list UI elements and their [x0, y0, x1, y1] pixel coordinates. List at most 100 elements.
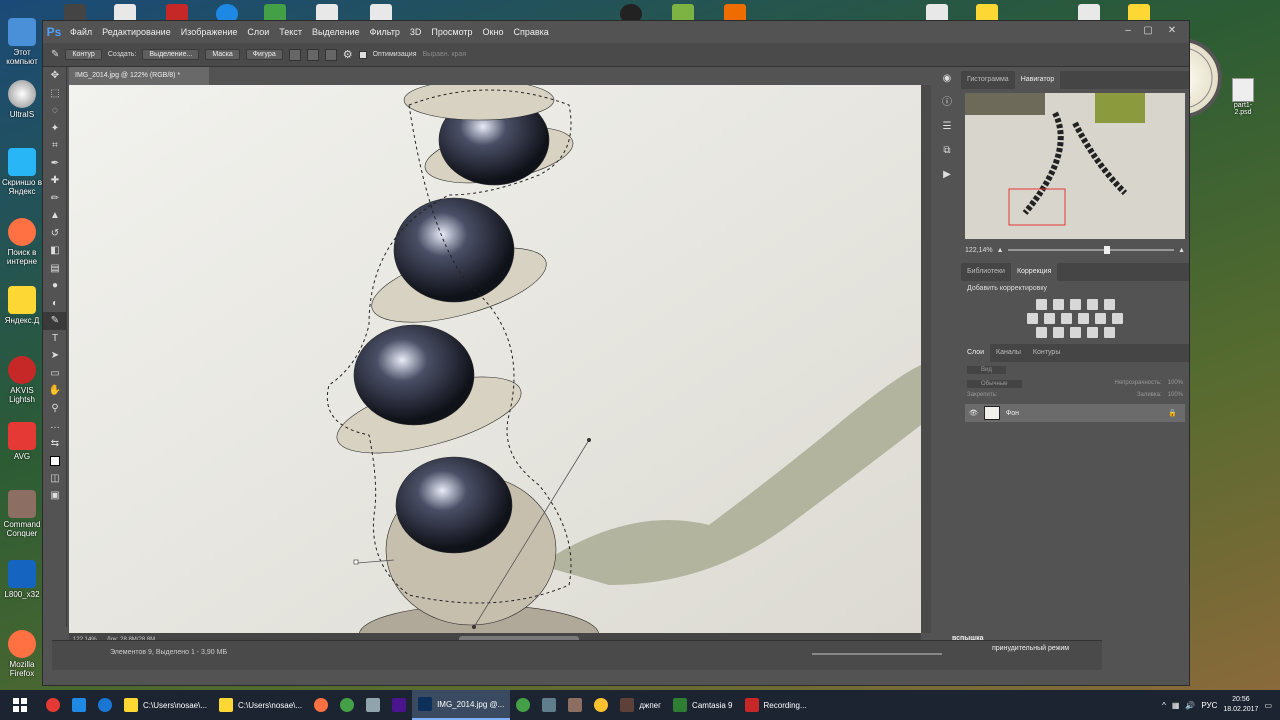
- gradient-map-icon[interactable]: [1086, 327, 1098, 338]
- vibrance-icon[interactable]: [1103, 299, 1115, 310]
- notifications-icon[interactable]: ▭: [1264, 701, 1272, 710]
- language-indicator[interactable]: РУС: [1201, 701, 1217, 710]
- nav-zoom-value[interactable]: 122,14%: [965, 247, 993, 254]
- menu-window[interactable]: Окно: [478, 27, 509, 37]
- desktop-icon-ultraiso[interactable]: UltraIS: [2, 80, 42, 119]
- dodge-tool-icon[interactable]: ◐: [43, 295, 67, 313]
- vertical-scrollbar[interactable]: [921, 85, 931, 633]
- edge-button[interactable]: [92, 690, 118, 720]
- properties-icon[interactable]: ◉: [936, 67, 958, 91]
- opacity-value[interactable]: 100%: [1168, 380, 1183, 388]
- zoom-tool-icon[interactable]: ⚲: [43, 400, 67, 418]
- selective-color-icon[interactable]: [1103, 327, 1115, 338]
- zoom-slider[interactable]: [1007, 246, 1175, 254]
- tray-chevron-icon[interactable]: ^: [1162, 701, 1166, 710]
- desktop-icon-yandex-disk[interactable]: Яндекс.Д: [2, 286, 42, 325]
- layer-filter-dropdown[interactable]: Вид: [967, 366, 1006, 374]
- tab-adjustments[interactable]: Коррекция: [1010, 263, 1058, 281]
- chrome-button[interactable]: [334, 690, 360, 720]
- crop-tool-icon[interactable]: ⌗: [43, 137, 67, 155]
- desktop-icon-akvis[interactable]: AKVIS Lightsh: [2, 356, 42, 404]
- desktop-icon-l800[interactable]: L800_x32: [2, 560, 42, 599]
- menu-select[interactable]: Выделение: [307, 27, 365, 37]
- history-icon[interactable]: ⧉: [936, 139, 958, 163]
- path-arrange-icon[interactable]: [324, 48, 337, 61]
- close-button[interactable]: ✕: [1163, 23, 1181, 39]
- fill-value[interactable]: 100%: [1168, 392, 1183, 398]
- swap-colors-icon[interactable]: ⇆: [43, 435, 67, 453]
- timeline-slider[interactable]: [812, 653, 942, 655]
- channel-mixer-icon[interactable]: [1095, 313, 1106, 324]
- brightness-icon[interactable]: [1035, 299, 1047, 310]
- selection-button[interactable]: Выделение...: [142, 49, 200, 60]
- desktop-icon-firefox[interactable]: Mozilla Firefox: [2, 630, 42, 678]
- optimize-checkbox[interactable]: [358, 50, 367, 59]
- brush-tool-icon[interactable]: ✏: [43, 190, 67, 208]
- maximize-button[interactable]: ▢: [1139, 23, 1157, 39]
- actions-play-icon[interactable]: ▶: [936, 163, 958, 187]
- volume-icon[interactable]: 🔊: [1185, 701, 1195, 710]
- gear-icon[interactable]: ⚙: [343, 48, 353, 61]
- marquee-tool-icon[interactable]: ⬚: [43, 85, 67, 103]
- stamp-tool-icon[interactable]: ▲: [43, 207, 67, 225]
- info-icon[interactable]: ⓘ: [936, 91, 958, 115]
- invert-icon[interactable]: [1035, 327, 1047, 338]
- firefox-button[interactable]: [308, 690, 334, 720]
- app-button-5[interactable]: [588, 690, 614, 720]
- shape-tool-icon[interactable]: ▭: [43, 365, 67, 383]
- menu-3d[interactable]: 3D: [405, 27, 427, 37]
- taskbar-recording[interactable]: Recording...: [739, 690, 813, 720]
- menu-image[interactable]: Изображение: [176, 27, 243, 37]
- taskbar-photoshop[interactable]: IMG_2014.jpg @...: [412, 690, 511, 720]
- tab-navigator[interactable]: Навигатор: [1014, 71, 1061, 89]
- path-select-tool-icon[interactable]: ➤: [43, 347, 67, 365]
- menu-text[interactable]: Текст: [274, 27, 307, 37]
- color-swatches-icon[interactable]: [43, 452, 67, 470]
- image-canvas[interactable]: [69, 85, 921, 633]
- taskbar-camtasia[interactable]: Camtasia 9: [667, 690, 738, 720]
- color-balance-icon[interactable]: [1044, 313, 1055, 324]
- zoom-in-icon[interactable]: ▲: [1178, 247, 1185, 254]
- quick-mask-icon[interactable]: ◫: [43, 470, 67, 488]
- app-button-2[interactable]: [510, 690, 536, 720]
- layer-item[interactable]: 👁 Фон 🔒: [965, 404, 1185, 422]
- app-button-3[interactable]: [536, 690, 562, 720]
- menu-edit[interactable]: Редактирование: [97, 27, 176, 37]
- desktop-icon-psd[interactable]: part1-2.psd: [1228, 78, 1258, 116]
- photo-filter-icon[interactable]: [1078, 313, 1089, 324]
- eyedropper-tool-icon[interactable]: ✒: [43, 155, 67, 173]
- pen-tool-icon[interactable]: ✎: [43, 312, 67, 330]
- mask-button[interactable]: Маска: [205, 49, 240, 60]
- shape-button[interactable]: Фигура: [245, 49, 283, 60]
- menu-help[interactable]: Справка: [508, 27, 553, 37]
- eraser-tool-icon[interactable]: ◧: [43, 242, 67, 260]
- tab-channels[interactable]: Каналы: [990, 344, 1027, 362]
- zoom-out-icon[interactable]: ▲: [997, 247, 1004, 254]
- threshold-icon[interactable]: [1069, 327, 1081, 338]
- gradient-tool-icon[interactable]: ▤: [43, 260, 67, 278]
- system-clock[interactable]: 20:56 18.02.2017: [1223, 695, 1258, 715]
- menu-layers[interactable]: Слои: [242, 27, 274, 37]
- blur-tool-icon[interactable]: ●: [43, 277, 67, 295]
- taskbar-explorer-2[interactable]: C:\Users\nosae\...: [213, 690, 308, 720]
- more-tools-icon[interactable]: …: [43, 417, 67, 435]
- desktop-icon-cnc[interactable]: Command Conquer: [2, 490, 42, 538]
- hand-tool-icon[interactable]: ✋: [43, 382, 67, 400]
- tab-histogram[interactable]: Гистограмма: [961, 71, 1015, 89]
- screen-mode-icon[interactable]: ▣: [43, 487, 67, 505]
- start-button[interactable]: [0, 690, 40, 720]
- tab-libraries[interactable]: Библиотеки: [961, 263, 1011, 281]
- pen-tool-icon[interactable]: ✎: [51, 49, 59, 60]
- desktop-icon-search[interactable]: Поиск в интерне: [2, 218, 42, 266]
- network-icon[interactable]: ▦: [1172, 701, 1180, 710]
- app-button-4[interactable]: [562, 690, 588, 720]
- levels-icon[interactable]: [1052, 299, 1064, 310]
- mode-dropdown[interactable]: Контур: [65, 49, 102, 60]
- tab-paths[interactable]: Контуры: [1027, 344, 1066, 362]
- desktop-icon-avg[interactable]: AVG: [2, 422, 42, 461]
- app-button[interactable]: [360, 690, 386, 720]
- quick-select-tool-icon[interactable]: ✦: [43, 120, 67, 138]
- eye-icon[interactable]: 👁: [969, 409, 978, 417]
- premiere-button[interactable]: [386, 690, 412, 720]
- history-brush-icon[interactable]: ↺: [43, 225, 67, 243]
